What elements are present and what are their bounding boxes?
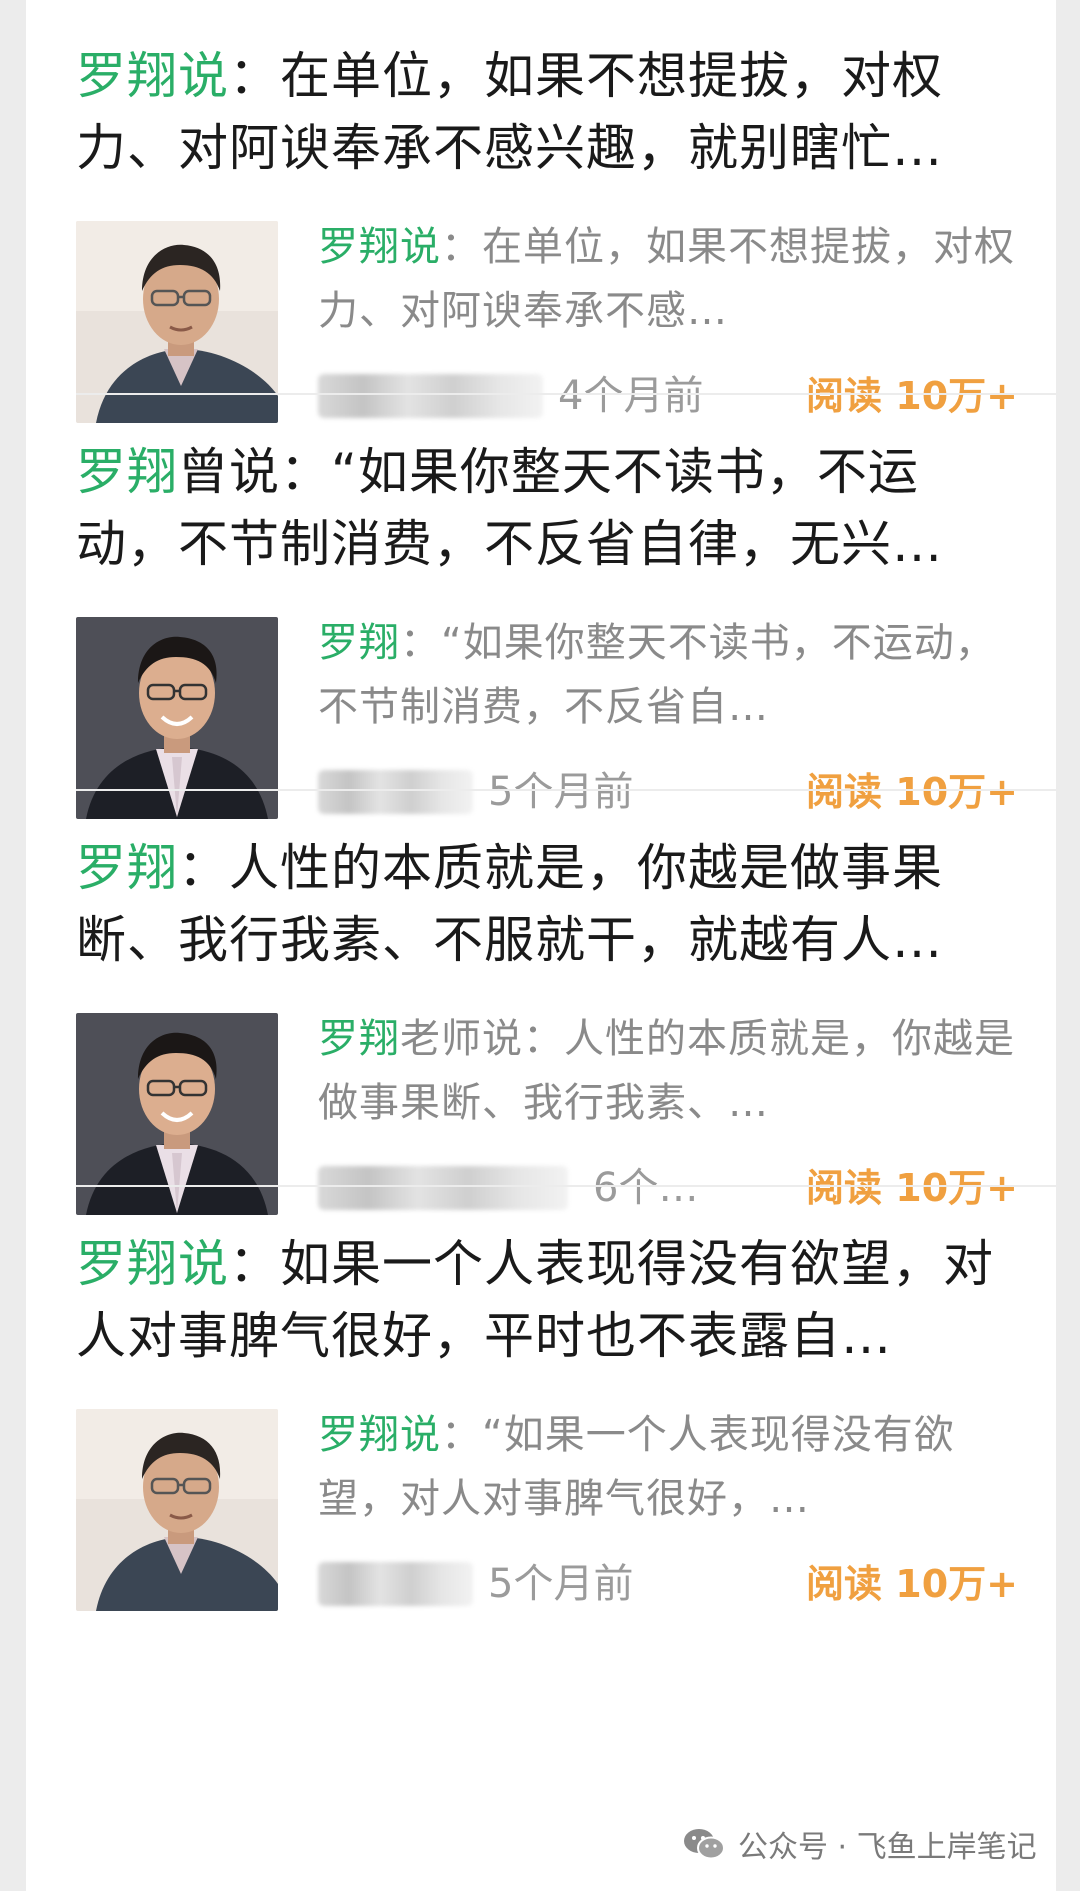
title-highlight: 罗翔说 (76, 47, 229, 105)
article-title[interactable]: 罗翔曾说：“如果你整天不读书，不运动，不节制消费，不反省自律，无兴… (76, 436, 1016, 580)
article-summary: 罗翔：“如果你整天不读书，不运动，不节制消费，不反省自… (318, 611, 1018, 739)
title-text: 曾说：“如果你整天不读书，不运动，不节制消费，不反省自律，无兴… (76, 443, 943, 573)
publish-time: 5个月前 (488, 1561, 634, 1607)
article-summary: 罗翔老师说：人性的本质就是，你越是做事果断、我行我素、… (318, 1007, 1018, 1135)
summary-text: ：“如果你整天不读书，不运动，不节制消费，不反省自… (318, 620, 996, 730)
article-title[interactable]: 罗翔说：在单位，如果不想提拔，对权力、对阿谀奉承不感兴趣，就别瞎忙… (76, 40, 1016, 184)
title-text: ：人性的本质就是，你越是做事果断、我行我素、不服就干，就越有人… (76, 839, 943, 969)
summary-highlight: 罗翔 (318, 620, 400, 666)
watermark-label: 公众号 · 飞鱼上岸笔记 (738, 1830, 1037, 1865)
article-summary: 罗翔说：“如果一个人表现得没有欲望，对人对事脾气很好，… (318, 1403, 1018, 1531)
article-title[interactable]: 罗翔说：如果一个人表现得没有欲望，对人对事脾气很好，平时也不表露自… (76, 1228, 1016, 1372)
card-divider (76, 1185, 1056, 1187)
summary-text: 老师说：人性的本质就是，你越是做事果断、我行我素、… (318, 1016, 1015, 1126)
summary-highlight: 罗翔说 (318, 224, 441, 270)
person-casual-icon[interactable] (76, 1409, 278, 1611)
card-divider (76, 393, 1056, 395)
summary-highlight: 罗翔说 (318, 1412, 441, 1458)
card-divider (76, 789, 1056, 791)
read-count: 阅读 10万+ (806, 1562, 1018, 1606)
article-list: 罗翔说：在单位，如果不想提拔，对权力、对阿谀奉承不感兴趣，就别瞎忙… 罗翔说：在… (26, 0, 1056, 1891)
watermark: 公众号 · 飞鱼上岸笔记 (682, 1818, 1037, 1870)
article-title[interactable]: 罗翔：人性的本质就是，你越是做事果断、我行我素、不服就干，就越有人… (76, 832, 1016, 976)
article-card[interactable]: 罗翔说：如果一个人表现得没有欲望，对人对事脾气很好，平时也不表露自… 罗翔说：“… (26, 1188, 1056, 1891)
title-highlight: 罗翔 (76, 839, 178, 897)
wechat-icon (684, 1829, 725, 1860)
article-summary: 罗翔说：在单位，如果不想提拔，对权力、对阿谀奉承不感… (318, 215, 1018, 343)
title-highlight: 罗翔 (76, 443, 178, 501)
article-meta: 5个月前 阅读 10万+ (318, 1556, 1038, 1612)
article-card[interactable]: 罗翔说：在单位，如果不想提拔，对权力、对阿谀奉承不感兴趣，就别瞎忙… 罗翔说：在… (26, 0, 1056, 423)
article-card[interactable]: 罗翔曾说：“如果你整天不读书，不运动，不节制消费，不反省自律，无兴… 罗翔：“如… (26, 396, 1056, 819)
blurred-account-name (318, 1562, 473, 1606)
summary-highlight: 罗翔 (318, 1016, 400, 1062)
article-card[interactable]: 罗翔：人性的本质就是，你越是做事果断、我行我素、不服就干，就越有人… 罗翔老师说… (26, 792, 1056, 1215)
title-highlight: 罗翔说 (76, 1235, 229, 1293)
